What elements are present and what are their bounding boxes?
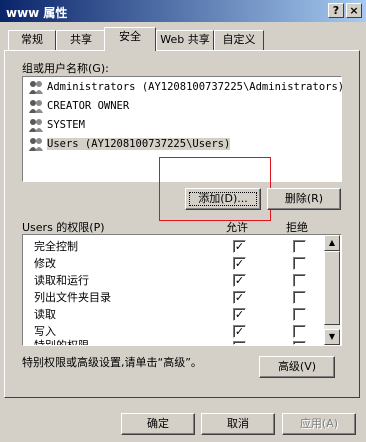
group-name: CREATOR OWNER (47, 100, 130, 112)
allow-checkbox[interactable] (233, 341, 246, 345)
list-item[interactable]: Administrators (AY1208100737225\Administ… (28, 78, 344, 96)
remove-button[interactable]: 删除(R) (267, 188, 341, 210)
help-button[interactable]: ? (328, 3, 344, 18)
window-title: www 属性 (6, 6, 68, 20)
ok-button[interactable]: 确定 (121, 413, 195, 435)
allow-header: 允许 (226, 221, 248, 234)
permission-label: 列出文件夹目录 (34, 291, 111, 304)
permission-label: 特别的权限 (34, 339, 89, 345)
deny-checkbox[interactable] (293, 274, 306, 287)
tab-web-sharing[interactable]: Web 共享 (156, 30, 214, 50)
users-group-icon (28, 98, 44, 114)
permission-label: 完全控制 (34, 240, 78, 253)
permissions-scrollbar[interactable]: ▲ ▼ (324, 235, 340, 345)
title-bar: www 属性 ? × (0, 0, 366, 22)
allow-checkbox[interactable]: ✓ (233, 325, 246, 338)
list-item[interactable]: Users (AY1208100737225\Users) (28, 135, 231, 153)
permissions-label: Users 的权限(P) (22, 221, 105, 234)
advanced-hint: 特别权限或高级设置,请单击“高级”。 (22, 356, 202, 369)
tab-sharing[interactable]: 共享 (56, 30, 106, 50)
permission-label: 写入 (34, 325, 56, 338)
scroll-up-icon[interactable]: ▲ (324, 235, 340, 251)
permission-label: 读取 (34, 308, 56, 321)
deny-checkbox[interactable] (293, 325, 306, 338)
list-item[interactable]: SYSTEM (28, 116, 85, 134)
tab-security[interactable]: 安全 (104, 27, 156, 51)
allow-checkbox[interactable]: ✓ (233, 274, 246, 287)
allow-checkbox[interactable]: ✓ (233, 240, 246, 253)
permission-label: 修改 (34, 257, 56, 270)
deny-checkbox[interactable] (293, 291, 306, 304)
group-name: Administrators (AY1208100737225\Administ… (47, 81, 345, 93)
users-group-icon (28, 136, 44, 152)
add-button[interactable]: 添加(D)... (185, 188, 261, 210)
allow-checkbox[interactable]: ✓ (233, 291, 246, 304)
deny-checkbox[interactable] (293, 257, 306, 270)
permission-label: 读取和运行 (34, 274, 89, 287)
cancel-button[interactable]: 取消 (201, 413, 275, 435)
group-name: Users (AY1208100737225\Users) (47, 138, 231, 150)
deny-checkbox[interactable] (293, 341, 306, 345)
apply-button[interactable]: 应用(A) (282, 413, 356, 435)
deny-header: 拒绝 (286, 221, 308, 234)
advanced-button[interactable]: 高级(V) (259, 356, 335, 378)
users-group-icon (28, 79, 44, 95)
scroll-thumb[interactable] (324, 251, 340, 325)
list-item[interactable]: CREATOR OWNER (28, 97, 129, 115)
deny-checkbox[interactable] (293, 240, 306, 253)
allow-checkbox[interactable]: ✓ (233, 257, 246, 270)
allow-checkbox[interactable]: ✓ (233, 308, 246, 321)
scroll-down-icon[interactable]: ▼ (324, 329, 340, 345)
users-group-icon (28, 117, 44, 133)
group-name: SYSTEM (47, 119, 85, 131)
tab-custom[interactable]: 自定义 (214, 30, 264, 50)
deny-checkbox[interactable] (293, 308, 306, 321)
groups-label: 组或用户名称(G): (22, 62, 109, 75)
close-button[interactable]: × (346, 3, 362, 18)
tab-general[interactable]: 常规 (8, 30, 56, 50)
